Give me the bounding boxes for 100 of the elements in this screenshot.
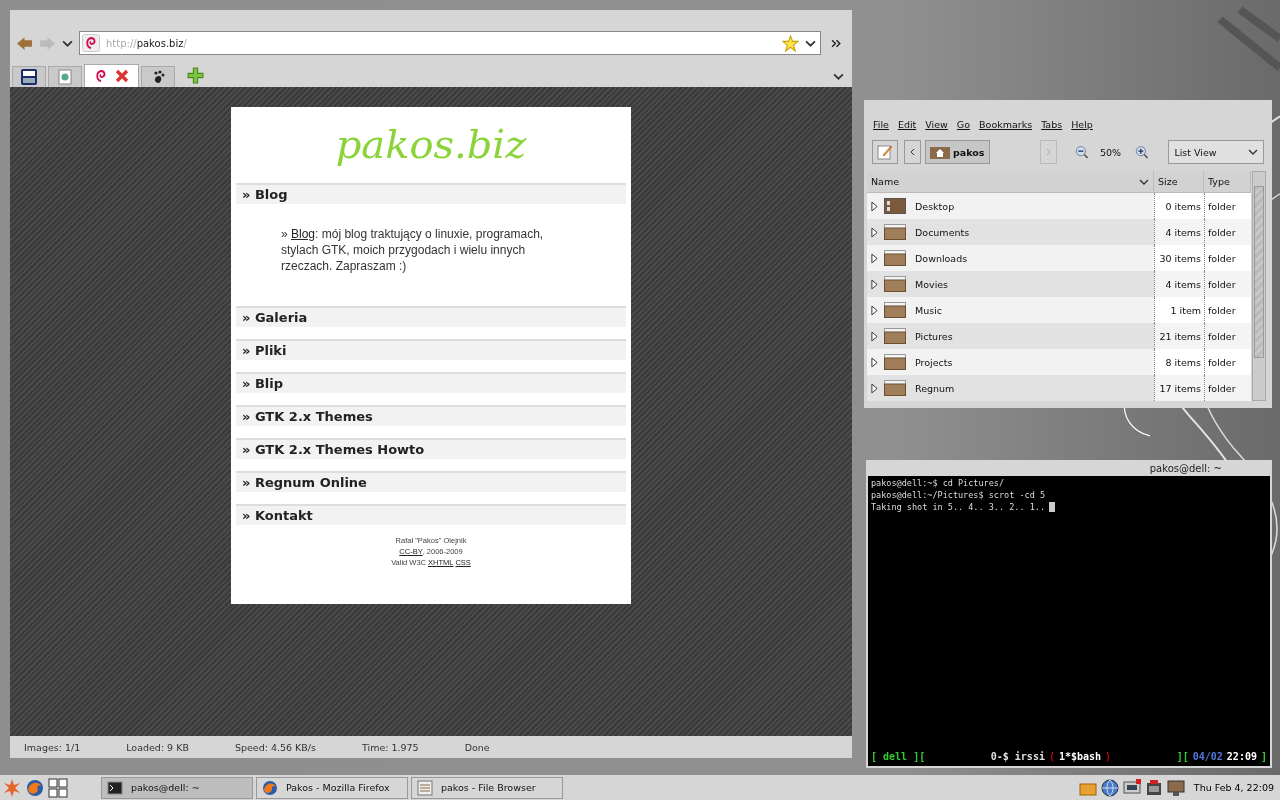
file-name[interactable]: Pictures — [912, 330, 956, 342]
expander-icon[interactable] — [871, 226, 878, 238]
back-arrow-icon[interactable] — [16, 34, 33, 52]
address-field[interactable]: http://pakos.biz/ — [79, 31, 821, 55]
size-cell: 4 items — [1154, 271, 1204, 297]
desktop-pager-icon[interactable] — [48, 777, 68, 798]
type-cell: folder — [1204, 375, 1251, 401]
folder-icon — [884, 380, 906, 396]
file-cabinet-icon — [417, 779, 433, 796]
pencil-icon — [877, 144, 893, 160]
expander-icon[interactable] — [871, 304, 878, 316]
folder-icon — [884, 224, 906, 240]
status-text: ][ — [1176, 751, 1189, 762]
section-heading[interactable]: » GTK 2.x Themes Howto — [236, 438, 626, 459]
close-icon[interactable] — [114, 68, 130, 84]
menu-item[interactable]: Help — [1071, 119, 1093, 133]
browser-tab[interactable] — [141, 66, 175, 87]
scrollbar[interactable] — [1252, 171, 1266, 401]
column-header[interactable]: Type — [1204, 171, 1251, 192]
type-cell: folder — [1204, 245, 1251, 271]
menu-item[interactable]: View — [925, 119, 948, 133]
taskbar-button[interactable]: Pakos - Mozilla Firefox — [256, 776, 408, 799]
section-heading[interactable]: » Kontakt — [236, 504, 626, 525]
taskbar-button[interactable]: pakos@dell: ~ — [101, 776, 253, 799]
overflow-chevron-icon[interactable] — [831, 37, 842, 49]
size-cell: 1 item — [1154, 297, 1204, 323]
tab-list-caret-icon[interactable] — [833, 71, 844, 82]
section-heading[interactable]: » Regnum Online — [236, 471, 626, 492]
globe-tray-icon[interactable] — [1099, 777, 1120, 798]
column-header[interactable]: Size — [1154, 171, 1204, 192]
type-cell: folder — [1204, 349, 1251, 375]
expander-icon[interactable] — [871, 200, 878, 212]
location-button[interactable]: pakos — [925, 140, 990, 164]
edit-location-button[interactable] — [872, 140, 898, 164]
swirl-icon — [82, 34, 100, 52]
status-text: 1*$bash — [1058, 751, 1102, 762]
browser-launcher-icon[interactable] — [25, 777, 45, 798]
terminal-icon — [107, 779, 123, 796]
type-cell: folder — [1204, 193, 1251, 219]
expander-icon[interactable] — [871, 382, 878, 394]
home-folder-icon — [930, 145, 951, 159]
file-name[interactable]: Projects — [912, 356, 956, 368]
file-name[interactable]: Movies — [912, 278, 952, 290]
star-icon[interactable] — [782, 34, 799, 52]
status-text: ( — [1048, 751, 1055, 762]
status-text: ] — [1260, 751, 1267, 762]
type-cell: folder — [1204, 323, 1251, 349]
expander-icon[interactable] — [871, 330, 878, 342]
type-cell: folder — [1204, 297, 1251, 323]
column-header[interactable]: Name — [867, 171, 1154, 192]
menu-item[interactable]: Edit — [897, 119, 917, 133]
expander-icon[interactable] — [871, 356, 878, 368]
type-cell: folder — [1204, 219, 1251, 245]
blog-link[interactable]: Blog — [291, 227, 316, 241]
caret-icon — [1248, 147, 1258, 157]
globe-icon — [262, 779, 278, 796]
size-cell: 21 items — [1154, 323, 1204, 349]
page-icon — [57, 69, 73, 85]
folder-icon — [884, 354, 906, 370]
section-heading[interactable]: » Blip — [236, 372, 626, 393]
menu-item[interactable]: Tabs — [1041, 119, 1063, 133]
clock: Thu Feb 4, 22:09 — [1193, 782, 1274, 793]
folder-icon — [884, 276, 906, 292]
menu-item[interactable]: Bookmarks — [979, 119, 1033, 133]
section-heading[interactable]: » GTK 2.x Themes — [236, 405, 626, 426]
status-text: 0-$ irssi — [990, 751, 1045, 762]
file-name[interactable]: Downloads — [912, 252, 971, 264]
monitor-tray-icon[interactable] — [1165, 777, 1186, 798]
terminal-line: pakos@dell:~/Pictures$ scrot -cd 5 — [871, 490, 1045, 500]
section-heading[interactable]: » Galeria — [236, 306, 626, 327]
view-dropdown[interactable]: List View — [1168, 140, 1264, 164]
file-name[interactable]: Desktop — [912, 200, 958, 212]
size-cell: 30 items — [1154, 245, 1204, 271]
file-name[interactable]: Regnum — [912, 382, 958, 394]
section-heading[interactable]: » Blog — [236, 183, 626, 204]
browser-tab[interactable] — [12, 66, 46, 87]
status-item: Done — [464, 741, 490, 753]
file-name[interactable]: Documents — [912, 226, 973, 238]
expander-icon[interactable] — [871, 278, 878, 290]
status-text: 04/02 — [1192, 751, 1223, 762]
file-name[interactable]: Music — [912, 304, 946, 316]
menu-item[interactable]: File — [873, 119, 889, 133]
folder-icon — [884, 328, 906, 344]
size-cell: 8 items — [1154, 349, 1204, 375]
size-cell: 4 items — [1154, 219, 1204, 245]
badge-logo-icon — [21, 69, 37, 85]
zoom-in-icon[interactable] — [1135, 144, 1149, 160]
section-heading[interactable]: » Pliki — [236, 339, 626, 360]
menu-item[interactable]: Go — [956, 119, 971, 133]
status-text: [ dell ][ — [871, 751, 926, 762]
zoom-out-icon[interactable] — [1074, 144, 1088, 160]
terminal-line: Taking shot in 5.. 4.. 3.. 2.. 1.. — [871, 502, 1045, 512]
new-tab-plus-icon[interactable] — [187, 67, 204, 84]
expander-icon[interactable] — [871, 252, 878, 264]
taskbar-button[interactable]: pakos - File Browser — [411, 776, 563, 799]
folder-icon — [884, 302, 906, 318]
folder-icon — [884, 250, 906, 266]
start-menu-icon[interactable] — [2, 777, 22, 798]
status-item: Loaded: 9 KB — [126, 741, 189, 753]
status-text: 22:09 — [1226, 751, 1257, 762]
